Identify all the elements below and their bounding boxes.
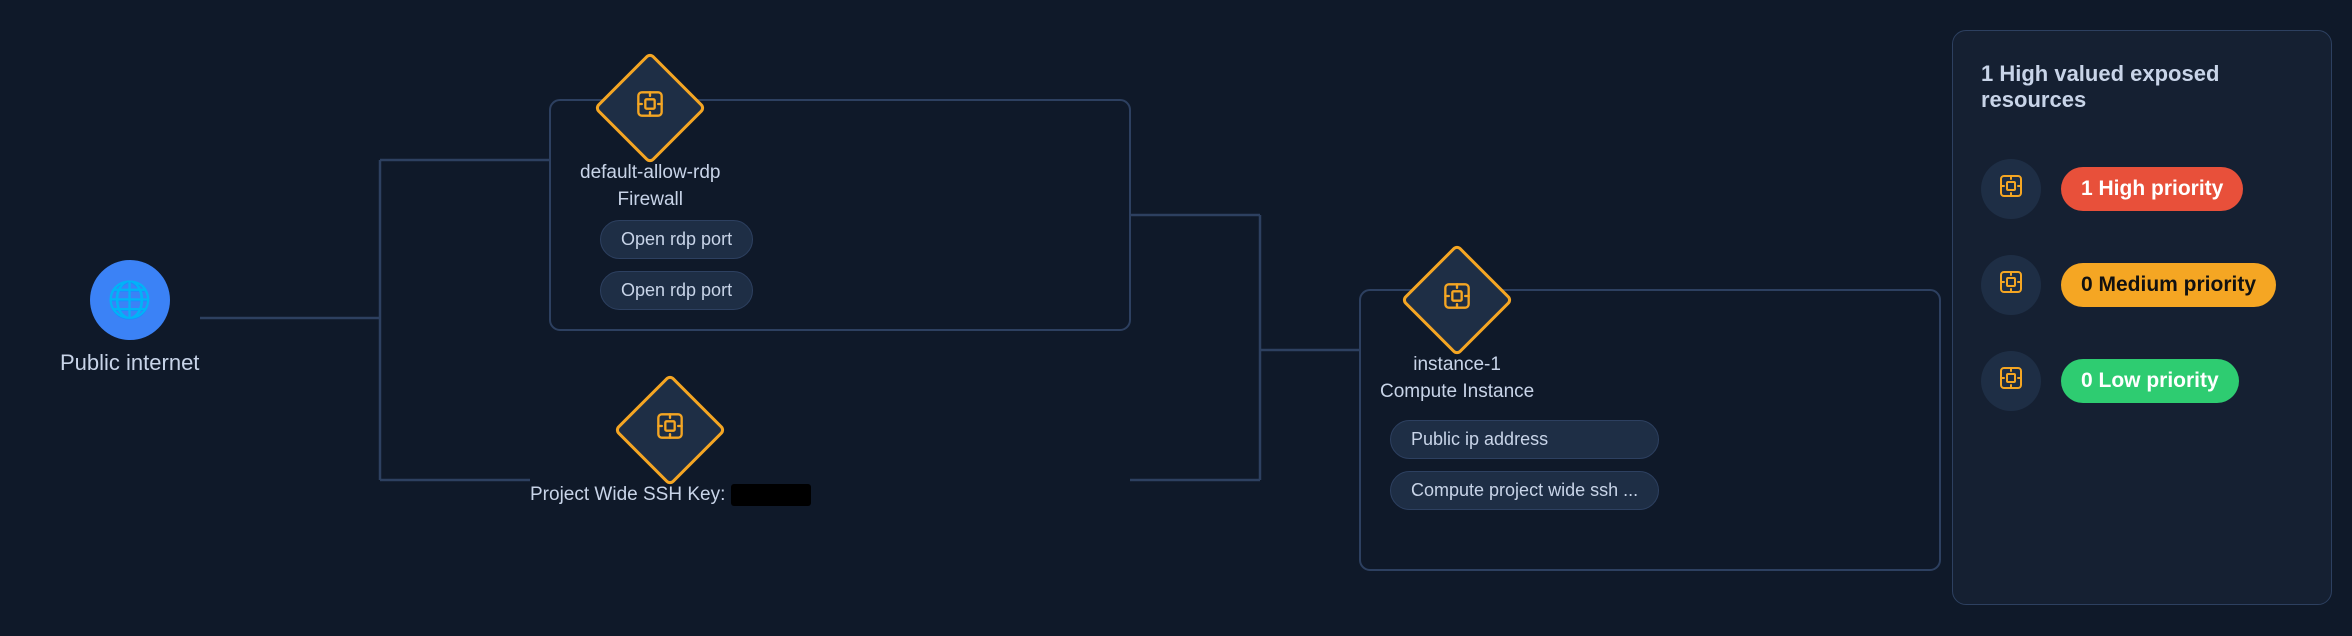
ssh-key-node: Project Wide SSH Key: [530, 390, 811, 509]
compute-node: instance-1 Compute Instance [1380, 260, 1534, 405]
public-internet-icon: 🌐 [90, 260, 170, 340]
low-priority-icon [1999, 366, 2023, 397]
exposed-resources-panel: 1 High valued exposed resources 1 High p… [1952, 30, 2332, 605]
compute-label: instance-1 Compute Instance [1380, 352, 1534, 405]
low-priority-badge[interactable]: 0 Low priority [2061, 359, 2239, 403]
low-priority-row: 0 Low priority [1981, 351, 2303, 411]
low-priority-icon-circle [1981, 351, 2041, 411]
firewall-node: default-allow-rdp Firewall [580, 68, 720, 213]
firewall-tag-1: Open rdp port [600, 220, 753, 259]
main-canvas: 🌐 Public internet default-allow-rdp Fire… [0, 0, 2352, 636]
public-internet-label: Public internet [60, 350, 199, 376]
compute-tag-2: Compute project wide ssh ... [1390, 471, 1659, 510]
medium-priority-row: 0 Medium priority [1981, 255, 2303, 315]
firewall-tags: Open rdp port Open rdp port [600, 220, 753, 310]
high-priority-icon [1999, 174, 2023, 205]
medium-priority-badge[interactable]: 0 Medium priority [2061, 263, 2276, 307]
medium-priority-icon-circle [1981, 255, 2041, 315]
high-priority-badge[interactable]: 1 High priority [2061, 167, 2243, 211]
compute-tags: Public ip address Compute project wide s… [1390, 420, 1659, 510]
panel-title: 1 High valued exposed resources [1981, 61, 2303, 113]
compute-diamond [1401, 243, 1514, 356]
firewall-label: default-allow-rdp Firewall [580, 160, 720, 213]
redacted-value [731, 484, 811, 506]
medium-priority-icon [1999, 270, 2023, 301]
public-internet-node: 🌐 Public internet [60, 260, 199, 376]
firewall-icon [636, 90, 664, 126]
firewall-diamond [594, 51, 707, 164]
high-priority-icon-circle [1981, 159, 2041, 219]
ssh-diamond [614, 373, 727, 486]
high-priority-row: 1 High priority [1981, 159, 2303, 219]
ssh-label: Project Wide SSH Key: [530, 482, 811, 509]
compute-icon [1443, 282, 1471, 318]
globe-icon: 🌐 [107, 279, 152, 321]
firewall-tag-2: Open rdp port [600, 271, 753, 310]
ssh-icon [656, 412, 684, 448]
compute-tag-1: Public ip address [1390, 420, 1659, 459]
